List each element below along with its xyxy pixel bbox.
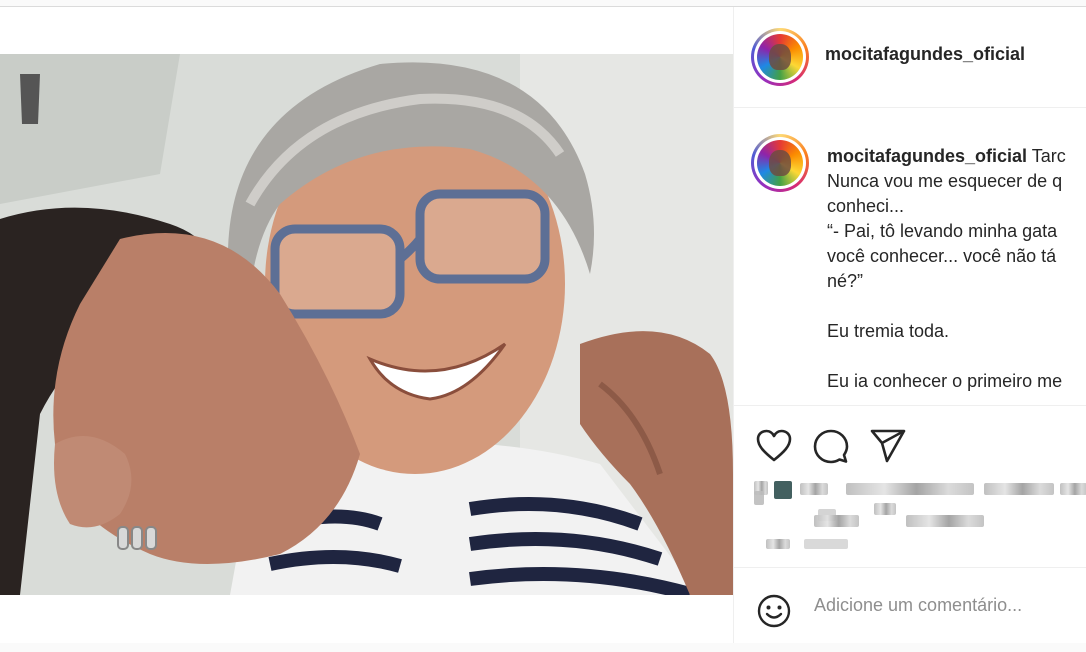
heart-icon[interactable] [756,429,792,468]
profile-picture [757,140,803,186]
avatar[interactable] [751,28,809,86]
author-username[interactable]: mocitafagundes_oficial [825,44,1025,65]
likes-count-blurred [906,515,984,527]
post-media [0,7,733,643]
smiley-icon[interactable] [757,594,791,633]
likes-count-blurred [846,483,974,495]
post-photo[interactable] [0,54,733,595]
post-date-blurred [804,539,848,549]
likes-count-blurred [754,491,764,505]
comment-bubble-icon[interactable] [813,429,849,470]
post-header: mocitafagundes_oficial [734,7,1086,108]
post-caption: mocitafagundes_oficial Tarc Nunca vou me… [734,109,1086,406]
likes-count-blurred [814,515,859,527]
caption-avatar[interactable] [751,134,809,192]
action-bar [734,407,1086,567]
profile-picture [757,34,803,80]
comment-input[interactable] [814,595,1074,616]
caption-text: mocitafagundes_oficial Tarc Nunca vou me… [827,144,1086,394]
caption-body: Tarc Nunca vou me esquecer de q conheci.… [827,146,1066,391]
likes-count-blurred [800,483,828,495]
likes-count-blurred [984,483,1054,495]
post-side-panel: mocitafagundes_oficial mocitafagundes_of… [733,7,1086,643]
comment-bar [734,567,1086,643]
likes-count-blurred [774,481,792,499]
likes-count-blurred [874,503,896,515]
post-card: mocitafagundes_oficial mocitafagundes_of… [0,6,1086,643]
paper-plane-icon[interactable] [870,429,906,468]
likes-count-blurred [1060,483,1086,495]
post-date-blurred [766,539,790,549]
caption-username[interactable]: mocitafagundes_oficial [827,146,1027,166]
